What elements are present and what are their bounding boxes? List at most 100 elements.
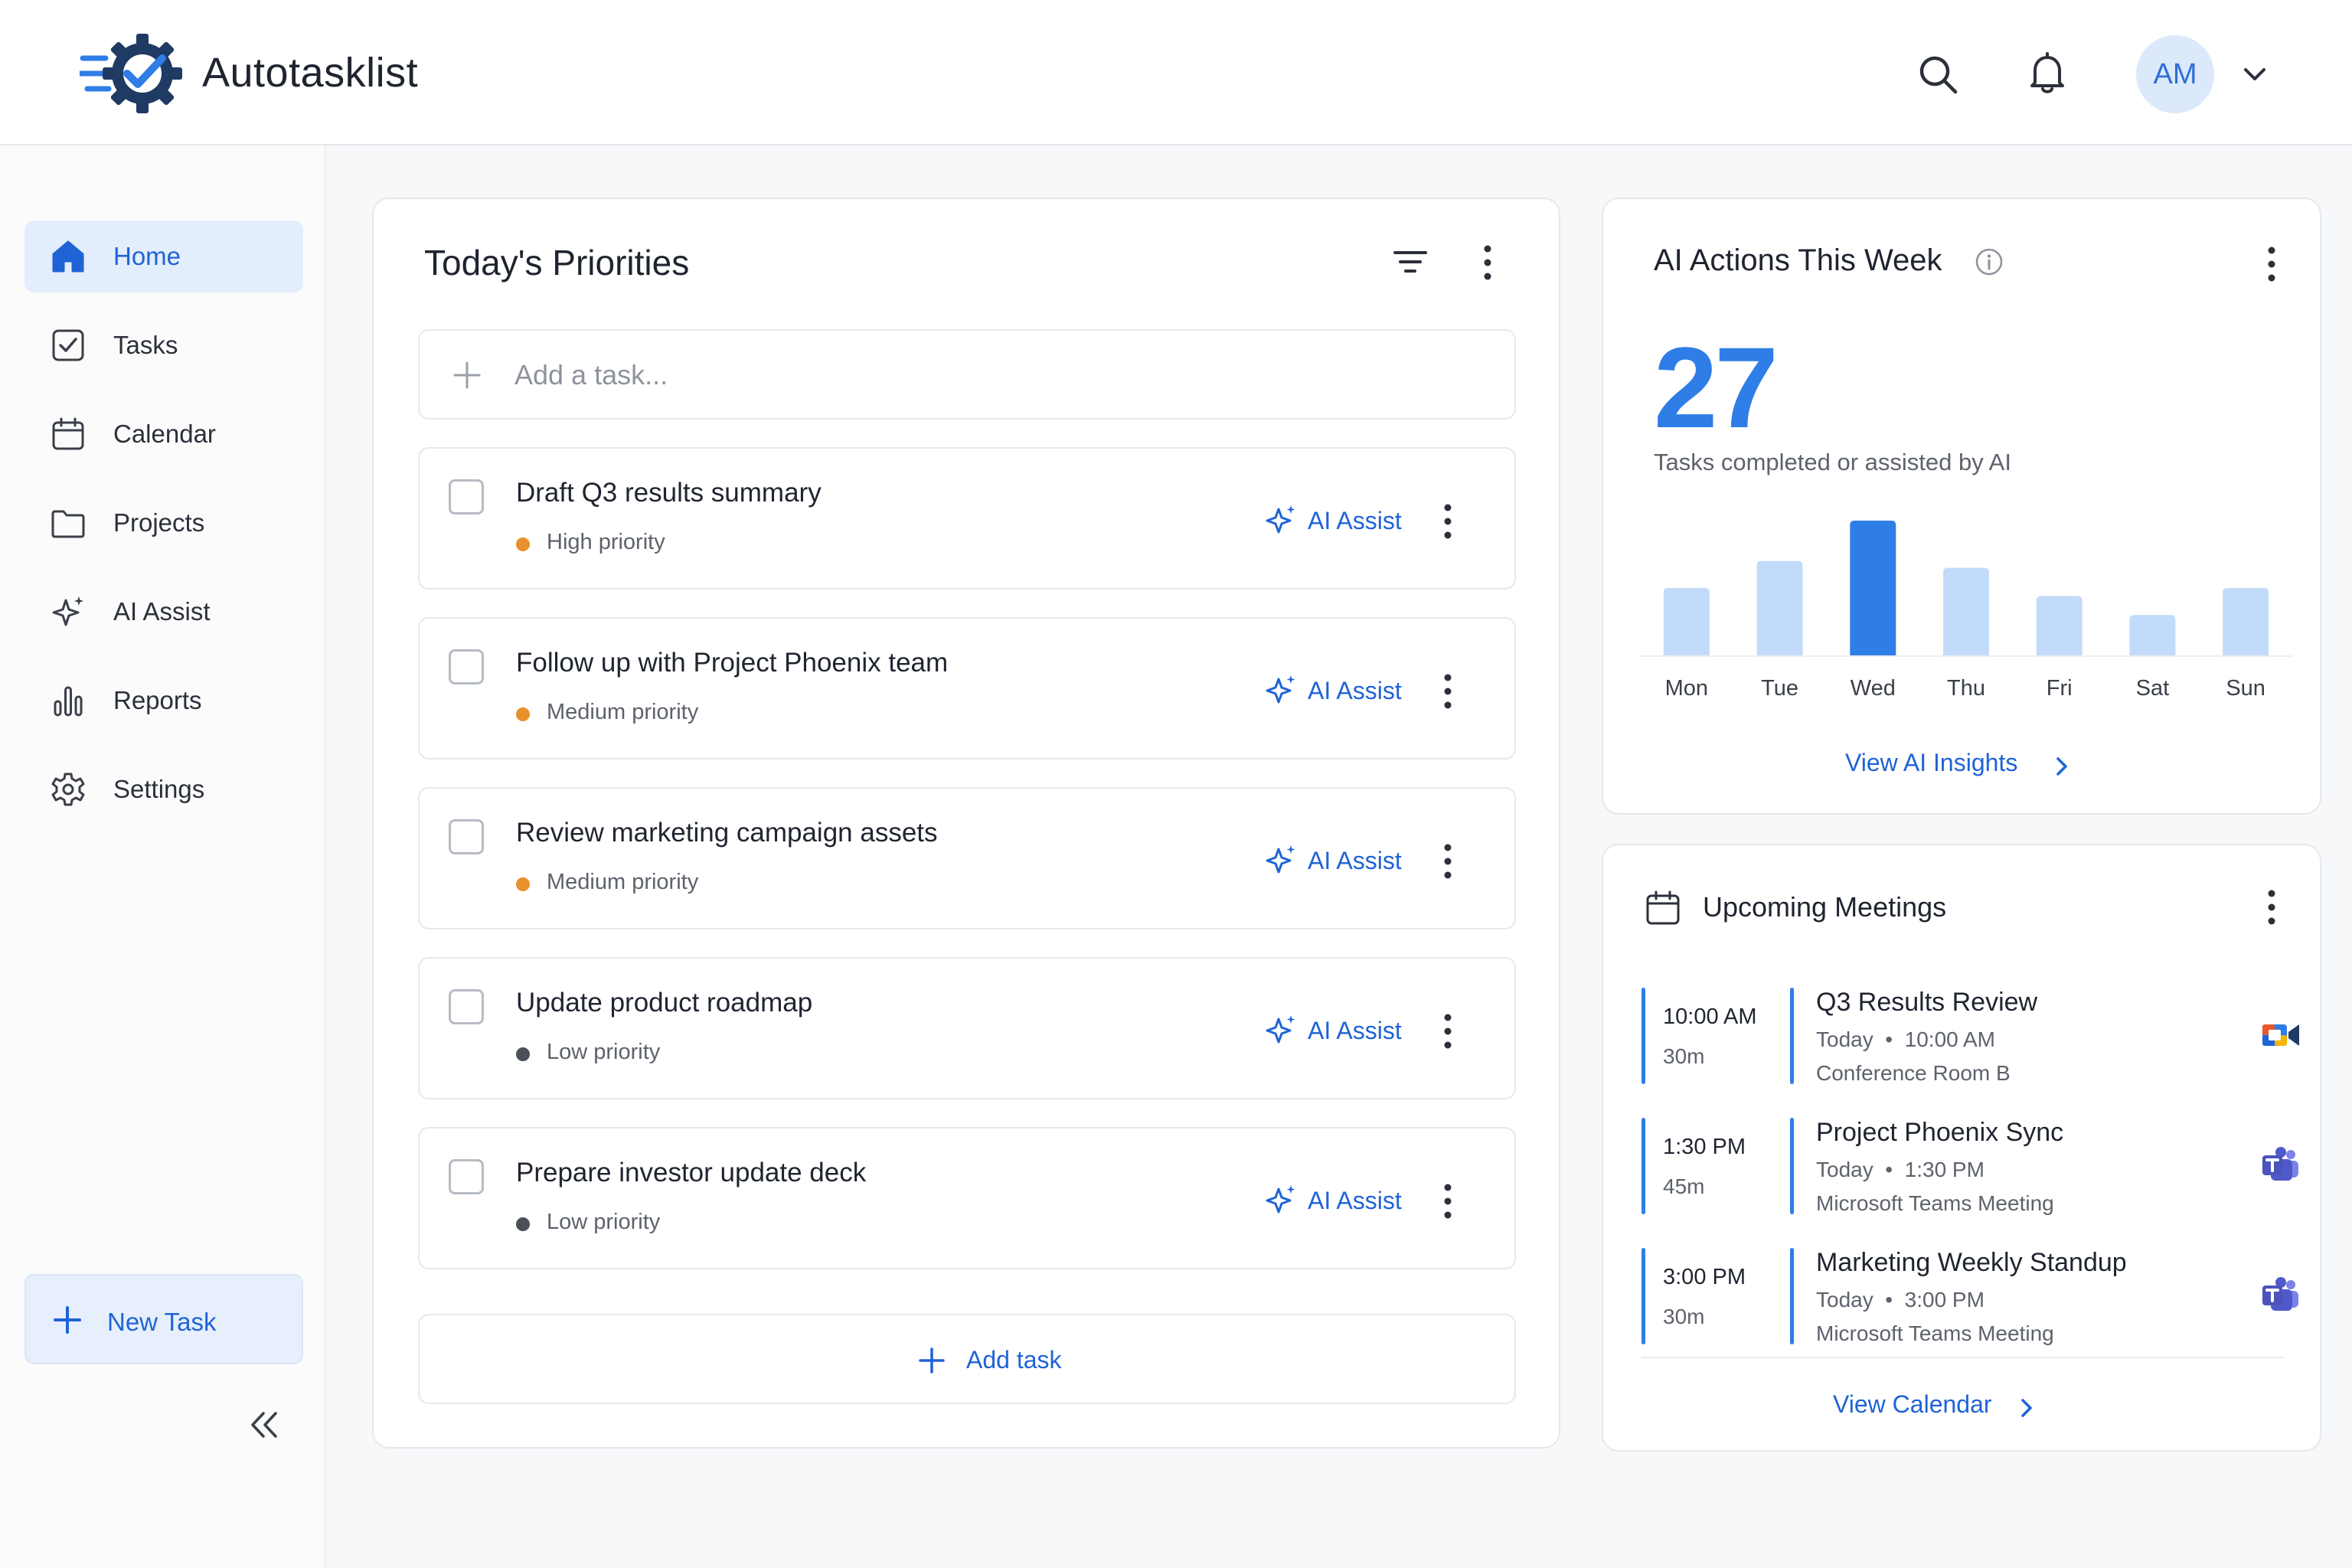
avatar[interactable]: AM [2136, 35, 2214, 113]
task-priority: Medium priority [547, 700, 699, 724]
more-options-icon[interactable] [1436, 1011, 1459, 1052]
task-checkbox[interactable] [449, 649, 484, 684]
ai-assist-label: AI Assist [1308, 677, 1402, 704]
chart-bar-sun[interactable] [2223, 588, 2269, 655]
sidebar-item-projects[interactable]: Projects [24, 487, 303, 559]
task-title: Prepare investor update deck [516, 1158, 867, 1187]
sidebar-item-home[interactable]: Home [24, 220, 303, 292]
add-task-label: Add task [966, 1346, 1062, 1374]
meeting-time: 3:00 PM [1663, 1265, 1746, 1289]
autotasklist-logo[interactable] [80, 29, 185, 118]
sparkle-icon [1266, 845, 1295, 874]
chevron-right-icon[interactable] [2052, 753, 2072, 779]
chart-bar-wed[interactable] [1850, 521, 1896, 655]
video-call-icon[interactable] [2260, 1014, 2301, 1055]
view-calendar-link[interactable]: View Calendar [1833, 1390, 1992, 1419]
task-priority: Low priority [547, 1040, 661, 1064]
chevron-down-icon[interactable] [2242, 63, 2268, 86]
sidebar-item-label: Home [113, 242, 181, 270]
chart-tick-label: Wed [1851, 676, 1896, 701]
meeting-time: 10:00 AM [1663, 1004, 1757, 1029]
meeting-day: Today [1816, 1288, 1873, 1312]
meeting-item[interactable]: 10:00 AM 30m Q3 Results Review Today • 10:0… [1642, 988, 2299, 1098]
chevron-right-icon[interactable] [2017, 1395, 2037, 1421]
ai-actions-subtitle: Tasks completed or assisted by AI [1654, 449, 2011, 475]
sidebar-item-ai-assist[interactable]: AI Assist [24, 576, 303, 648]
sparkle-icon [1266, 1185, 1295, 1214]
sidebar-item-label: Reports [113, 686, 202, 714]
task-row[interactable]: Prepare investor update deck Low priority… [418, 1127, 1516, 1269]
app-name: Autotasklist [202, 50, 419, 96]
sidebar-item-tasks[interactable]: Tasks [24, 309, 303, 381]
task-checkbox[interactable] [449, 989, 484, 1024]
calendar-icon [52, 417, 84, 450]
chart-bar-mon[interactable] [1663, 588, 1710, 655]
meeting-when: Today • 10:00 AM [1816, 1027, 1995, 1052]
task-title: Draft Q3 results summary [516, 478, 822, 508]
sparkle-icon [1266, 1015, 1295, 1044]
more-options-icon[interactable] [2260, 887, 2283, 928]
chart-bar-thu[interactable] [1943, 567, 1989, 655]
chart-bar-sat[interactable] [2129, 615, 2176, 655]
teams-icon[interactable] [2260, 1144, 2301, 1185]
meeting-accent-bar [1790, 988, 1794, 1084]
add-task-field[interactable] [418, 329, 1516, 420]
sidebar-item-reports[interactable]: Reports [24, 665, 303, 737]
meeting-accent-bar [1790, 1248, 1794, 1344]
sidebar-item-settings[interactable]: Settings [24, 753, 303, 825]
meeting-title: Project Phoenix Sync [1816, 1118, 2064, 1147]
info-icon[interactable] [1974, 247, 2004, 277]
meeting-location: Microsoft Teams Meeting [1816, 1321, 2054, 1345]
task-row[interactable]: Follow up with Project Phoenix team Mediu… [418, 617, 1516, 760]
meeting-item[interactable]: 1:30 PM 45m Project Phoenix Sync Today • 1:… [1642, 1118, 2298, 1228]
task-checkbox[interactable] [449, 1159, 484, 1194]
more-options-icon[interactable] [1436, 1181, 1459, 1222]
more-options-icon[interactable] [1436, 841, 1459, 882]
priority-dot [516, 707, 530, 721]
meeting-accent-bar [1790, 1118, 1794, 1214]
bar-chart-icon [54, 686, 83, 717]
meeting-day: Today [1816, 1158, 1873, 1181]
meeting-item[interactable]: 3:00 PM 30m Marketing Weekly Standup Today … [1642, 1248, 2298, 1358]
task-title: Review marketing campaign assets [516, 818, 938, 848]
calendar-icon [1646, 890, 1680, 925]
task-row[interactable]: Review marketing campaign assets Medium p… [418, 787, 1516, 929]
sidebar-item-label: Calendar [113, 420, 216, 448]
task-checkbox[interactable] [449, 819, 484, 854]
task-row[interactable]: Draft Q3 results summary High priority AI … [418, 447, 1516, 590]
priorities-title: Today's Priorities [424, 243, 690, 283]
meeting-time: 1:30 PM [1663, 1135, 1746, 1159]
chart-tick-label: Sun [2226, 676, 2265, 701]
ai-actions-card: AI Actions This Week 27 Tasks completed … [1602, 198, 2321, 815]
new-task-button[interactable]: New Task [24, 1274, 303, 1364]
chart-bar-fri[interactable] [2036, 596, 2082, 655]
search-icon[interactable] [1916, 52, 1962, 98]
gear-icon [51, 773, 85, 806]
bell-icon[interactable] [2024, 51, 2070, 96]
more-options-icon[interactable] [1436, 671, 1459, 712]
add-task-button[interactable]: Add task [418, 1314, 1516, 1404]
chart-bar-tue[interactable] [1756, 560, 1803, 655]
more-options-icon[interactable] [1476, 242, 1499, 283]
plus-icon [919, 1348, 945, 1374]
add-task-input[interactable] [514, 352, 1479, 398]
view-ai-insights-link[interactable]: View AI Insights [1845, 749, 2017, 777]
task-row[interactable]: Update product roadmap Low priority AI Ass… [418, 957, 1516, 1099]
meetings-title: Upcoming Meetings [1703, 891, 1947, 923]
ai-assist-label: AI Assist [1308, 1187, 1402, 1214]
sidebar-item-calendar[interactable]: Calendar [24, 398, 303, 470]
sidebar: Home Tasks Calendar Projects AI Assist R… [0, 145, 326, 1568]
priority-dot [516, 537, 530, 551]
task-checkbox[interactable] [449, 479, 484, 514]
teams-icon[interactable] [2260, 1274, 2301, 1315]
chart-tick-label: Tue [1761, 676, 1798, 701]
more-options-icon[interactable] [1436, 501, 1459, 542]
ai-assist-label: AI Assist [1308, 507, 1402, 534]
sidebar-item-label: Projects [113, 508, 205, 537]
priorities-card: Today's Priorities Draft Q3 results summ… [372, 198, 1560, 1449]
filter-icon[interactable] [1392, 247, 1429, 277]
new-task-label: New Task [107, 1308, 217, 1336]
more-options-icon[interactable] [2260, 243, 2283, 285]
meeting-duration: 45m [1663, 1174, 1705, 1198]
collapse-sidebar-icon[interactable] [248, 1409, 280, 1441]
